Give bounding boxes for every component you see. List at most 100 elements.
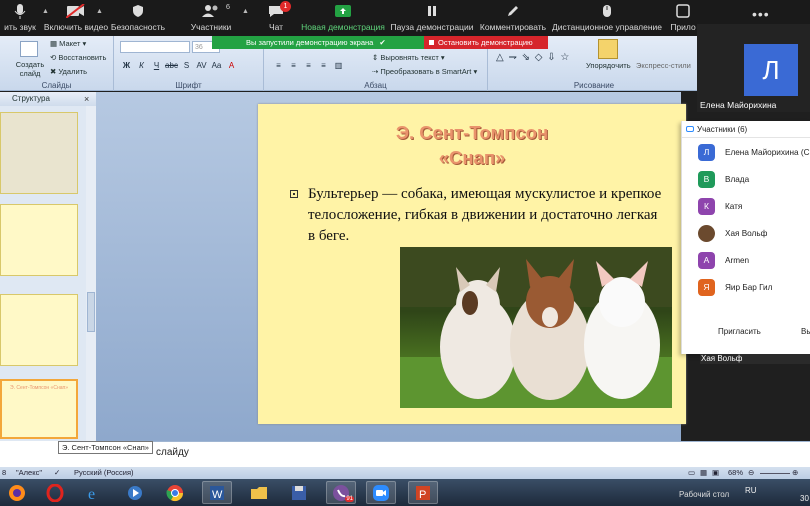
view-normal-icon[interactable]: ▭ bbox=[688, 468, 695, 477]
close-panel-icon[interactable]: × bbox=[84, 94, 89, 104]
alignment-row: ≡ ≡ ≡ ≡ ▥ bbox=[272, 60, 345, 72]
slide-body-text[interactable]: Бультерьер — собака, имеющая мускулистое… bbox=[290, 184, 668, 247]
zoom-level[interactable]: 68% bbox=[728, 468, 743, 477]
align-justify-icon[interactable]: ≡ bbox=[317, 60, 330, 72]
spellcheck-icon[interactable]: ✓ bbox=[54, 468, 60, 477]
apps-button[interactable]: Прило bbox=[668, 0, 698, 36]
invite-button[interactable]: Пригласить bbox=[718, 327, 761, 336]
pause-share-button[interactable]: Пауза демонстрации bbox=[391, 0, 473, 36]
stop-share-button[interactable]: Остановить демонстрацию bbox=[424, 36, 548, 49]
express-styles-button[interactable]: Экспресс-стили bbox=[636, 61, 691, 70]
slide-thumbnail-selected[interactable]: Э. Сент-Томпсон «Снап» bbox=[0, 379, 78, 439]
spacing-icon[interactable]: AV bbox=[195, 60, 208, 72]
participant-row[interactable]: A Armen bbox=[698, 251, 749, 269]
taskbar-desktop-label[interactable]: Рабочий стол bbox=[679, 490, 729, 499]
remote-control-button[interactable]: Дистанционное управление bbox=[552, 0, 662, 36]
participants-panel-title: Участники (6) bbox=[697, 124, 748, 134]
taskbar-language-indicator[interactable]: RU bbox=[745, 486, 757, 495]
case-icon[interactable]: Aa bbox=[210, 60, 223, 72]
participants-count: 6 bbox=[225, 2, 230, 11]
chat-button[interactable]: 1 Чат bbox=[264, 0, 291, 36]
panel-scrollbar[interactable] bbox=[86, 106, 96, 441]
microphone-icon bbox=[13, 0, 27, 22]
taskbar-word[interactable]: W bbox=[202, 481, 232, 504]
layout-button[interactable]: ▦ Макет ▾ bbox=[50, 39, 86, 48]
participant-row[interactable]: К Катя bbox=[698, 197, 742, 215]
folder-icon bbox=[251, 486, 267, 499]
taskbar-media-player[interactable] bbox=[120, 481, 150, 504]
participants-button[interactable]: 6 Участники bbox=[190, 0, 232, 36]
stop-share-label: Остановить демонстрацию bbox=[438, 38, 533, 47]
bull-terrier-puppies-photo[interactable] bbox=[400, 247, 672, 408]
align-center-icon[interactable]: ≡ bbox=[287, 60, 300, 72]
delete-slide-button[interactable]: ✖ Удалить bbox=[50, 67, 87, 76]
current-slide[interactable]: Э. Сент-Томпсон «Снап» Бультерьер — соба… bbox=[258, 104, 686, 424]
smartart-button[interactable]: ⇢ Преобразовать в SmartArt ▾ bbox=[372, 67, 477, 76]
new-share-button[interactable]: Новая демонстрация bbox=[301, 0, 385, 36]
delete-label: Удалить bbox=[58, 67, 88, 76]
taskbar-zoom[interactable] bbox=[366, 481, 396, 504]
participant-avatar: Л bbox=[698, 143, 715, 161]
taskbar-chrome[interactable] bbox=[160, 481, 190, 504]
participants-panel: Участники (6) Л Елена Майорихина (С В Вл… bbox=[681, 121, 810, 354]
viber-badge: 91 bbox=[345, 496, 354, 502]
start-video-button[interactable]: Включить видео bbox=[44, 0, 108, 36]
align-left-icon[interactable]: ≡ bbox=[272, 60, 285, 72]
taskbar-save[interactable] bbox=[284, 481, 314, 504]
taskbar-powerpoint[interactable]: P bbox=[408, 481, 438, 504]
outline-tab[interactable]: Структура bbox=[0, 92, 96, 106]
speaker-notes-area[interactable]: слайду bbox=[96, 441, 810, 467]
security-button[interactable]: Безопасность bbox=[110, 0, 166, 36]
taskbar-viber[interactable]: 91 bbox=[326, 481, 356, 504]
columns-icon[interactable]: ▥ bbox=[332, 60, 345, 72]
participant-row[interactable]: Хая Вольф bbox=[698, 224, 767, 242]
align-text-button[interactable]: ⇕ Выровнять текст ▾ bbox=[372, 53, 445, 62]
notes-text: слайду bbox=[156, 447, 189, 458]
strike-icon[interactable]: abc bbox=[165, 60, 178, 72]
slide-title[interactable]: Э. Сент-Томпсон «Снап» bbox=[258, 120, 686, 170]
participant-row[interactable]: В Влада bbox=[698, 170, 749, 188]
restore-button[interactable]: ⟲ Восстановить bbox=[50, 53, 106, 62]
status-language[interactable]: Русский (Россия) bbox=[74, 468, 134, 477]
panel-scroll-thumb[interactable] bbox=[87, 292, 95, 332]
taskbar-ie[interactable]: e bbox=[80, 481, 110, 504]
status-bar: 8 "Алекс" ✓ Русский (Россия) ▭ ▦ ▣ 68% ⊖… bbox=[0, 467, 810, 479]
zoom-slider[interactable] bbox=[760, 473, 790, 474]
slide-thumbnail-3[interactable] bbox=[0, 294, 78, 366]
taskbar-explorer[interactable] bbox=[244, 481, 274, 504]
video-chevron-icon[interactable]: ▲ bbox=[96, 8, 103, 15]
svg-text:e: e bbox=[88, 486, 95, 502]
new-share-label: Новая демонстрация bbox=[301, 22, 385, 32]
create-slide-button[interactable]: Создать слайд bbox=[12, 60, 48, 78]
media-player-icon bbox=[128, 485, 142, 500]
participants-chevron-icon[interactable]: ▲ bbox=[242, 8, 249, 15]
font-name-combo[interactable] bbox=[120, 41, 190, 53]
participant-row[interactable]: Л Елена Майорихина (С bbox=[698, 143, 810, 161]
slide-thumbnail-2[interactable] bbox=[0, 204, 78, 276]
italic-icon[interactable]: К bbox=[135, 60, 148, 72]
view-sorter-icon[interactable]: ▦ bbox=[700, 468, 707, 477]
font-color-icon[interactable]: A bbox=[225, 60, 238, 72]
annotate-button[interactable]: Комментировать bbox=[480, 0, 546, 36]
view-slideshow-icon[interactable]: ▣ bbox=[712, 468, 719, 477]
zoom-out-icon[interactable]: ⊖ bbox=[748, 468, 754, 477]
shadow-icon[interactable]: S bbox=[180, 60, 193, 72]
slide-tooltip: Э. Сент-Томпсон «Снап» bbox=[58, 441, 153, 454]
taskbar-opera[interactable] bbox=[40, 481, 70, 504]
slide-thumbnail-1[interactable] bbox=[0, 112, 78, 194]
more-dots-icon[interactable]: ••• bbox=[752, 6, 770, 22]
taskbar-clock[interactable]: 30 bbox=[800, 494, 809, 503]
align-right-icon[interactable]: ≡ bbox=[302, 60, 315, 72]
arrange-button[interactable]: Упорядочить bbox=[586, 61, 631, 70]
shapes-gallery-icon[interactable]: △ ⇁ ⇘ ◇ ⇩ ☆ bbox=[496, 52, 570, 63]
participant-name: Яир Бар Гил bbox=[725, 282, 773, 292]
mute-all-button[interactable]: Вы bbox=[801, 327, 810, 336]
participant-name: Armen bbox=[725, 255, 750, 265]
bold-icon[interactable]: Ж bbox=[120, 60, 133, 72]
stop-icon bbox=[429, 40, 434, 45]
zoom-in-icon[interactable]: ⊕ bbox=[792, 468, 798, 477]
taskbar-firefox[interactable] bbox=[2, 481, 32, 504]
participant-row[interactable]: Я Яир Бар Гил bbox=[698, 278, 772, 296]
underline-icon[interactable]: Ч bbox=[150, 60, 163, 72]
unmute-button[interactable]: ить звук bbox=[0, 0, 40, 36]
